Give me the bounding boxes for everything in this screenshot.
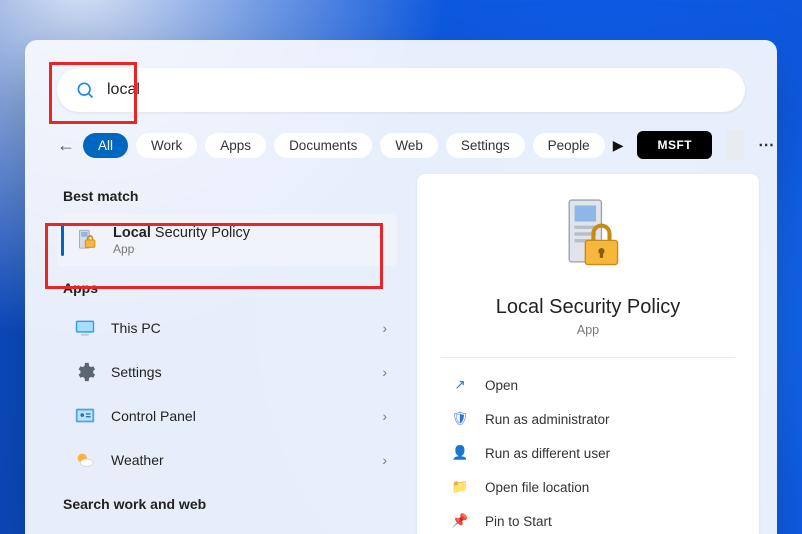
action-open[interactable]: ↗ Open: [445, 368, 731, 402]
security-policy-hero-icon: [545, 192, 631, 278]
detail-subtitle: App: [577, 323, 599, 337]
tab-settings[interactable]: Settings: [446, 133, 525, 158]
chevron-right-icon: ›: [382, 364, 387, 380]
chevron-right-icon: ›: [382, 452, 387, 468]
tab-all[interactable]: All: [83, 133, 128, 158]
action-run-user[interactable]: 👤 Run as different user: [445, 436, 731, 470]
result-label: Control Panel: [111, 408, 196, 424]
detail-title: Local Security Policy: [496, 296, 681, 319]
action-label: Pin to Start: [485, 514, 552, 529]
result-label: Weather: [111, 452, 164, 468]
action-label: Run as different user: [485, 446, 610, 461]
back-arrow-icon[interactable]: ←: [57, 135, 75, 156]
action-open-location[interactable]: 📁 Open file location: [445, 470, 731, 504]
msft-button[interactable]: MSFT: [637, 131, 712, 159]
results-panel: Best match Local Security Policy App App…: [43, 174, 407, 534]
play-icon[interactable]: ▶: [613, 137, 624, 154]
tab-documents[interactable]: Documents: [274, 133, 372, 158]
section-apps: Apps: [63, 280, 391, 296]
result-this-pc[interactable]: This PC ›: [57, 306, 397, 350]
search-input[interactable]: [105, 80, 745, 100]
chevron-right-icon: ›: [382, 320, 387, 336]
control-panel-icon: [73, 404, 97, 428]
section-search-web: Search work and web: [63, 496, 391, 512]
search-box[interactable]: [57, 68, 745, 112]
search-icon: [75, 80, 95, 100]
more-icon[interactable]: ⋯: [758, 135, 776, 155]
result-label: Settings: [111, 364, 162, 380]
section-best-match: Best match: [63, 188, 391, 204]
result-label: This PC: [111, 320, 161, 336]
search-window: ← All Work Apps Documents Web Settings P…: [25, 40, 777, 534]
chevron-right-icon: ›: [382, 408, 387, 424]
action-run-admin[interactable]: 🛡 Run as administrator: [445, 402, 731, 436]
action-label: Open file location: [485, 480, 589, 495]
tab-people[interactable]: People: [533, 133, 605, 158]
filter-tabbar: ← All Work Apps Documents Web Settings P…: [57, 130, 745, 160]
account-avatar[interactable]: [726, 130, 744, 160]
best-match-subtitle: App: [113, 242, 250, 256]
folder-icon: 📁: [451, 479, 469, 495]
result-weather[interactable]: Weather ›: [57, 438, 397, 482]
best-match-result[interactable]: Local Security Policy App: [57, 214, 397, 266]
detail-panel: Local Security Policy App ↗ Open 🛡 Run a…: [417, 174, 759, 534]
action-label: Open: [485, 378, 518, 393]
gear-icon: [73, 360, 97, 384]
weather-icon: [73, 448, 97, 472]
monitor-icon: [73, 316, 97, 340]
pin-icon: 📌: [451, 513, 469, 529]
security-policy-icon: [73, 227, 99, 253]
tab-apps[interactable]: Apps: [205, 133, 266, 158]
user-icon: 👤: [451, 445, 469, 461]
result-settings[interactable]: Settings ›: [57, 350, 397, 394]
action-pin-start[interactable]: 📌 Pin to Start: [445, 504, 731, 534]
action-label: Run as administrator: [485, 412, 610, 427]
tab-work[interactable]: Work: [136, 133, 197, 158]
open-icon: ↗: [451, 377, 469, 393]
divider: [441, 357, 735, 358]
tab-web[interactable]: Web: [380, 133, 438, 158]
shield-icon: 🛡: [451, 411, 469, 427]
best-match-title: Local Security Policy: [113, 224, 250, 242]
result-control-panel[interactable]: Control Panel ›: [57, 394, 397, 438]
